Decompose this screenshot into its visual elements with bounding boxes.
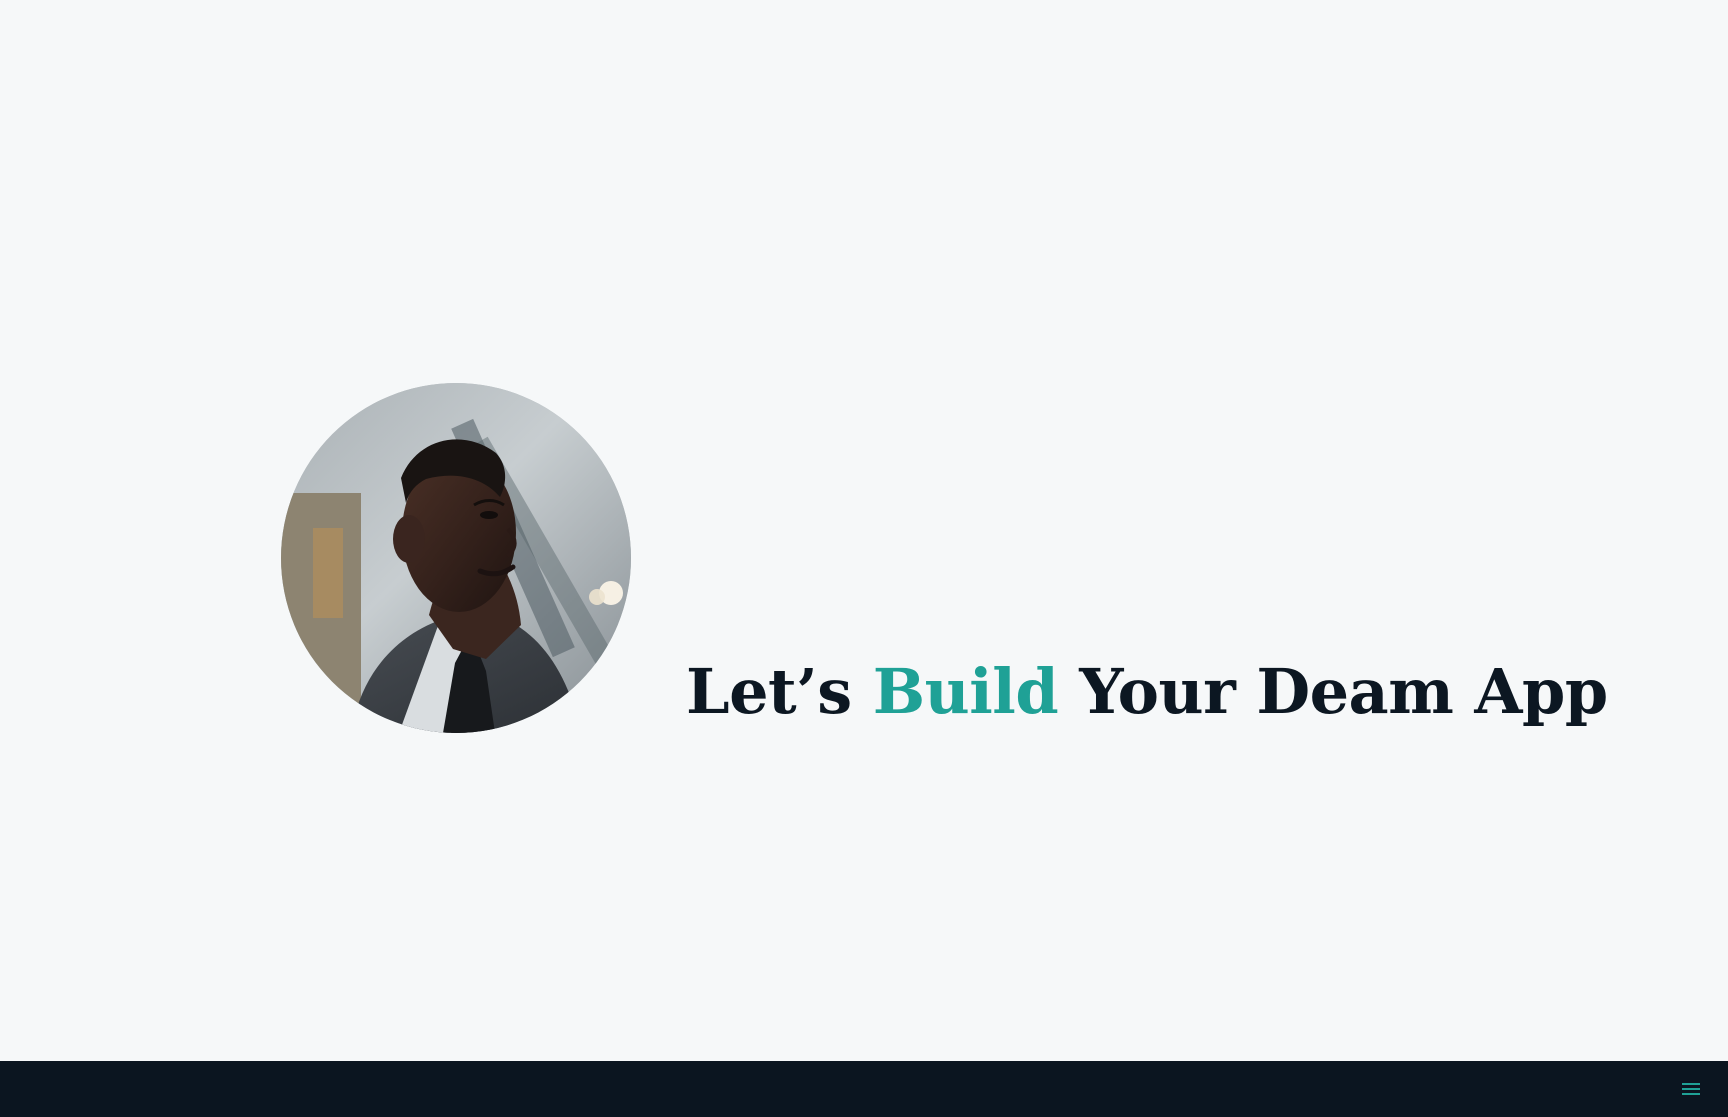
headline-text-part-1: Let’s bbox=[686, 655, 873, 728]
bottom-bar bbox=[0, 1061, 1728, 1117]
page: Let’s Build Your Deam App bbox=[0, 0, 1728, 1117]
hamburger-menu-icon bbox=[1682, 1083, 1700, 1095]
headline-text-part-2: Your Deam App bbox=[1058, 655, 1608, 728]
hero-section: Let’s Build Your Deam App bbox=[0, 0, 1728, 1061]
profile-photo bbox=[281, 383, 631, 733]
portrait-illustration bbox=[281, 383, 631, 733]
menu-button[interactable] bbox=[1678, 1077, 1704, 1101]
hero-headline: Let’s Build Your Deam App bbox=[686, 650, 1608, 734]
headline-accent-word: Build bbox=[872, 655, 1059, 728]
